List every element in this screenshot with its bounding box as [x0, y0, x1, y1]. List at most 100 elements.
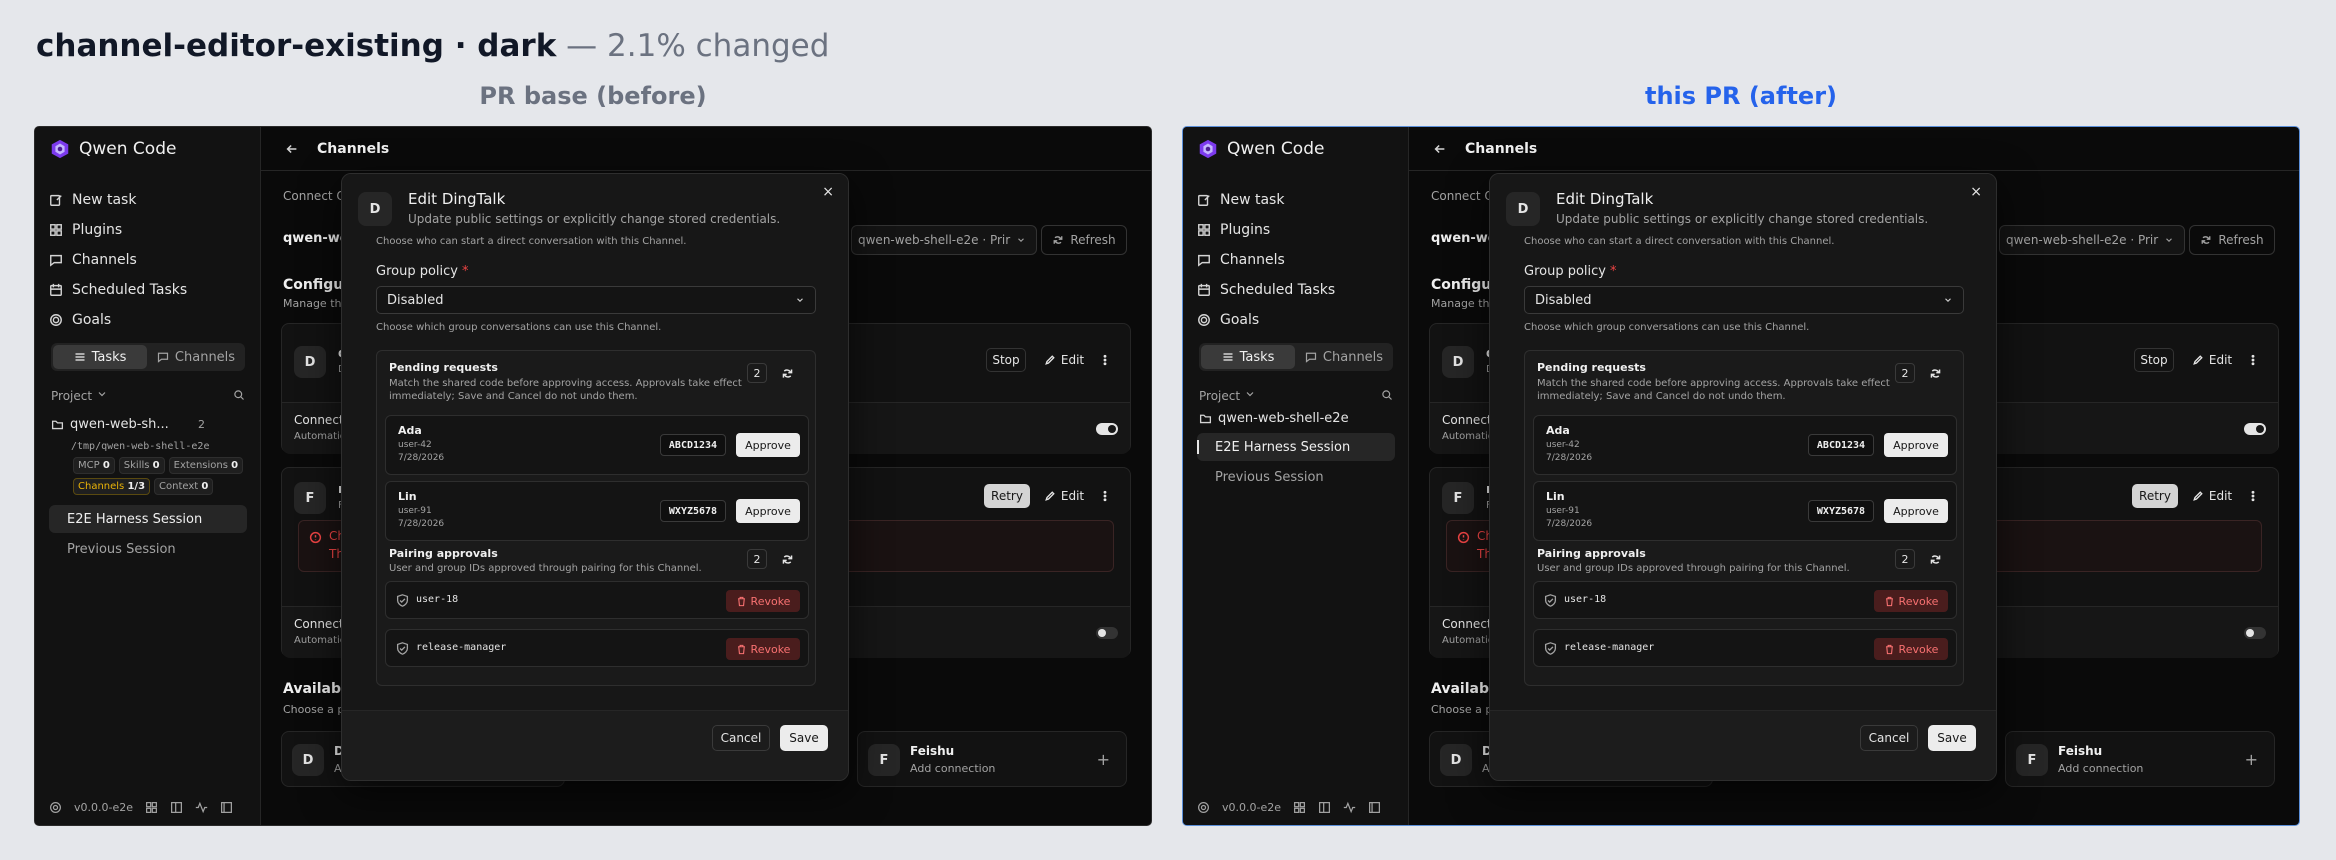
retry-button[interactable]: Retry [984, 484, 1030, 508]
project-dropdown[interactable]: Project [51, 388, 108, 403]
session-previous[interactable]: Previous Session [1197, 463, 1395, 491]
group-policy-select[interactable]: Disabled [376, 286, 816, 314]
nav-new-task[interactable]: New task [1197, 185, 1397, 215]
panel-icon[interactable] [170, 801, 183, 814]
nav-scheduled-tasks[interactable]: Scheduled Tasks [1197, 275, 1397, 305]
retry-button[interactable]: Retry [2132, 484, 2178, 508]
close-icon[interactable]: × [822, 184, 834, 200]
available-card-feishu[interactable]: F Feishu Add connection + [857, 731, 1127, 787]
add-icon[interactable]: + [2245, 750, 2258, 769]
chip-extensions[interactable]: Extensions 0 [168, 457, 244, 474]
gear-icon[interactable] [49, 801, 62, 814]
pending-refresh-button[interactable] [777, 363, 797, 383]
more-menu[interactable] [2246, 484, 2260, 508]
more-menu[interactable] [1098, 348, 1112, 372]
pairing-row: release-manager Revoke [385, 629, 809, 667]
tab-channels[interactable]: Channels [149, 345, 243, 369]
activity-icon[interactable] [1343, 801, 1356, 814]
tab-tasks[interactable]: Tasks [1201, 345, 1295, 369]
gear-icon[interactable] [1197, 801, 1210, 814]
pending-request-row: Ada user-42 7/28/2026 ABCD1234 Approve [1533, 415, 1957, 475]
revoke-button[interactable]: Revoke [1874, 638, 1948, 660]
nav-scheduled-tasks[interactable]: Scheduled Tasks [49, 275, 249, 305]
chip-channels[interactable]: Channels 1/3 [73, 478, 151, 495]
topbar: Channels [261, 127, 1151, 171]
refresh-icon [1930, 554, 1940, 564]
edit-button[interactable]: Edit [1042, 348, 1086, 372]
sidebar-toggle-icon[interactable] [1368, 801, 1381, 814]
session-active[interactable]: E2E Harness Session [49, 505, 247, 533]
add-icon[interactable]: + [1097, 750, 1110, 769]
revoke-button[interactable]: Revoke [726, 638, 800, 660]
stop-button[interactable]: Stop [986, 348, 1026, 372]
activity-icon[interactable] [195, 801, 208, 814]
session-previous[interactable]: Previous Session [49, 535, 247, 563]
connect-toggle[interactable] [2244, 423, 2266, 435]
connect-toggle[interactable] [1096, 423, 1118, 435]
tab-tasks[interactable]: Tasks [53, 345, 147, 369]
more-menu[interactable] [1098, 484, 1112, 508]
pending-desc: Match the shared code before approving a… [1537, 378, 1890, 402]
pending-refresh-button[interactable] [1925, 363, 1945, 383]
dm-policy-help: Choose who can start a direct conversati… [376, 236, 687, 247]
nav-plugins[interactable]: Plugins [49, 215, 249, 245]
approve-button[interactable]: Approve [736, 433, 800, 457]
chip-mcp[interactable]: MCP 0 [73, 457, 115, 474]
edit-button[interactable]: Edit [2190, 484, 2234, 508]
nav-goals[interactable]: Goals [49, 305, 249, 335]
brand[interactable]: Qwen Code [49, 137, 176, 161]
chip-context[interactable]: Context 0 [154, 478, 214, 495]
sidebar-toggle-icon[interactable] [220, 801, 233, 814]
connect-toggle[interactable] [1096, 627, 1118, 639]
cancel-button[interactable]: Cancel [1860, 725, 1918, 751]
sidebar-footer: v0.0.0-e2e [49, 797, 249, 817]
group-policy-select[interactable]: Disabled [1524, 286, 1964, 314]
refresh-button[interactable]: Refresh [2189, 225, 2275, 255]
more-menu[interactable] [2246, 348, 2260, 372]
connect-toggle[interactable] [2244, 627, 2266, 639]
stop-button[interactable]: Stop [2134, 348, 2174, 372]
workspace-item[interactable]: qwen-web-shell-e2e [1199, 411, 1393, 426]
cancel-button[interactable]: Cancel [712, 725, 770, 751]
connect-text: Connect Q [1431, 189, 1494, 203]
config-desc: Manage the [1431, 297, 1497, 310]
available-card-feishu[interactable]: F Feishu Add connection + [2005, 731, 2275, 787]
approve-button[interactable]: Approve [1884, 499, 1948, 523]
workspace-item[interactable]: qwen-web-sh... 2 [51, 417, 245, 432]
nav: New task Plugins Channels Scheduled Task… [1197, 185, 1397, 335]
search-icon[interactable] [233, 389, 245, 401]
page-title-channels: Channels [1465, 140, 1538, 157]
refresh-button[interactable]: Refresh [1041, 225, 1127, 255]
revoke-button[interactable]: Revoke [1874, 590, 1948, 612]
edit-channel-dialog: Choose who can start a direct conversati… [341, 173, 849, 781]
nav-plugins[interactable]: Plugins [1197, 215, 1397, 245]
brand[interactable]: Qwen Code [1197, 137, 1324, 161]
edit-button[interactable]: Edit [2190, 348, 2234, 372]
chip-skills[interactable]: Skills 0 [118, 457, 165, 474]
grid-icon[interactable] [145, 801, 158, 814]
search-icon[interactable] [1381, 389, 1393, 401]
grid-icon[interactable] [1293, 801, 1306, 814]
pairing-refresh-button[interactable] [777, 549, 797, 569]
nav-goals[interactable]: Goals [1197, 305, 1397, 335]
approve-button[interactable]: Approve [736, 499, 800, 523]
project-dropdown[interactable]: Project [1199, 388, 1256, 403]
back-arrow-icon[interactable] [285, 142, 299, 156]
back-arrow-icon[interactable] [1433, 142, 1447, 156]
save-button[interactable]: Save [780, 725, 828, 751]
nav-channels[interactable]: Channels [49, 245, 249, 275]
avatar: F [2016, 744, 2048, 776]
workspace-select[interactable]: qwen-web-shell-e2e · Prir [851, 225, 1037, 255]
edit-button[interactable]: Edit [1042, 484, 1086, 508]
approve-button[interactable]: Approve [1884, 433, 1948, 457]
nav-new-task[interactable]: New task [49, 185, 249, 215]
tab-channels[interactable]: Channels [1297, 345, 1391, 369]
save-button[interactable]: Save [1928, 725, 1976, 751]
workspace-select[interactable]: qwen-web-shell-e2e · Prir [1999, 225, 2185, 255]
nav-channels[interactable]: Channels [1197, 245, 1397, 275]
pairing-refresh-button[interactable] [1925, 549, 1945, 569]
session-active[interactable]: E2E Harness Session [1197, 433, 1395, 461]
panel-icon[interactable] [1318, 801, 1331, 814]
close-icon[interactable]: × [1970, 184, 1982, 200]
revoke-button[interactable]: Revoke [726, 590, 800, 612]
